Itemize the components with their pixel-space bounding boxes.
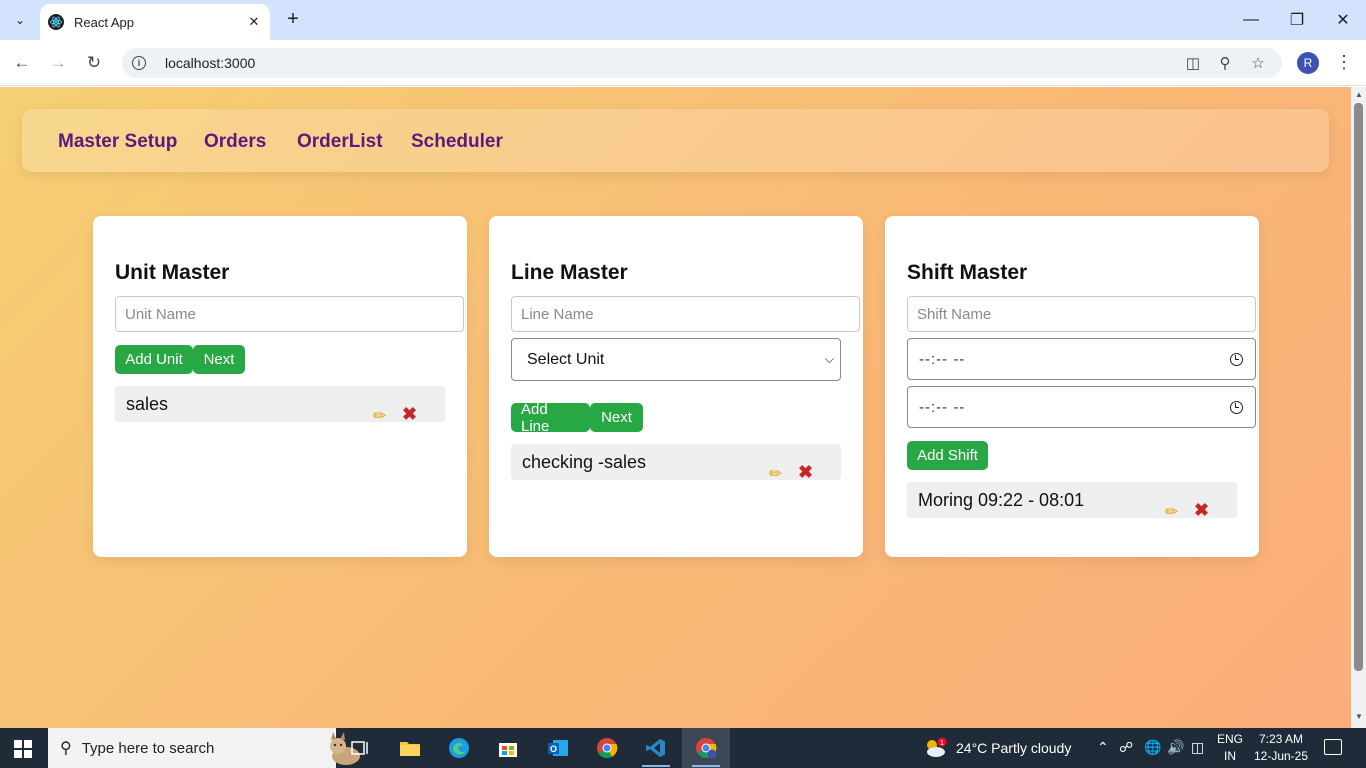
language-indicator[interactable]: ENG IN: [1216, 731, 1244, 765]
end-time-value: --:-- --: [919, 398, 966, 416]
weather-cloud-icon: 1: [927, 737, 947, 757]
chevron-down-icon: ⌵: [824, 352, 834, 366]
clock-time: 7:23 AM: [1258, 732, 1304, 746]
tab-search-dropdown-icon[interactable]: ⌄: [8, 8, 32, 32]
nav-scheduler[interactable]: Scheduler: [411, 131, 503, 153]
vscode-icon[interactable]: [632, 728, 680, 768]
edit-pencil-icon[interactable]: ✏: [373, 406, 386, 426]
windows-start-icon[interactable]: [14, 740, 32, 758]
line-name-input[interactable]: Line Name: [511, 296, 860, 332]
weather-text: 24°C Partly cloudy: [956, 740, 1072, 756]
nav-master-setup[interactable]: Master Setup: [58, 131, 177, 153]
nav-orders[interactable]: Orders: [204, 131, 266, 153]
add-shift-button[interactable]: Add Shift: [907, 441, 988, 470]
browser-titlebar: ⌄ React App ✕ + — ❐ ✕: [0, 0, 1366, 40]
notification-center-icon[interactable]: [1324, 739, 1342, 755]
delete-x-icon[interactable]: ✖: [798, 462, 813, 483]
select-unit-dropdown[interactable]: Select Unit ⌵: [511, 338, 841, 381]
address-bar[interactable]: i localhost:3000 ◫ ⚲ ☆: [122, 48, 1282, 78]
unit-next-button[interactable]: Next: [193, 345, 245, 374]
file-explorer-icon[interactable]: [386, 728, 434, 768]
shift-list-item: Moring 09:22 - 08:01 ✏ ✖: [907, 482, 1237, 521]
scroll-up-icon[interactable]: ▲: [1355, 90, 1363, 99]
forward-icon[interactable]: →: [46, 51, 70, 75]
tab-close-icon[interactable]: ✕: [246, 14, 262, 30]
zoom-icon[interactable]: ⚲: [1215, 53, 1235, 73]
taskbar-search-box[interactable]: ⚲ Type here to search: [48, 728, 360, 768]
scroll-down-icon[interactable]: ▼: [1355, 712, 1363, 721]
url-text: localhost:3000: [165, 55, 256, 71]
back-icon[interactable]: ←: [10, 51, 34, 75]
edit-pencil-icon[interactable]: ✏: [1165, 502, 1178, 522]
edit-pencil-icon[interactable]: ✏: [769, 464, 782, 484]
add-line-button[interactable]: Add Line: [511, 401, 590, 435]
new-tab-icon[interactable]: +: [282, 9, 304, 31]
show-hidden-icons-chevron-icon[interactable]: ⌃: [1097, 739, 1109, 756]
search-icon: ⚲: [60, 740, 72, 757]
microsoft-store-icon[interactable]: [484, 728, 532, 768]
weather-widget[interactable]: 1 24°C Partly cloudy: [924, 728, 1071, 768]
line-list-item: checking -sales ✏ ✖: [511, 444, 841, 483]
line-item-text: checking -sales: [522, 452, 647, 472]
unit-master-card: Unit Master Unit Name Add Unit Next sale…: [93, 216, 467, 557]
line-master-card: Line Master Line Name Select Unit ⌵ Add …: [489, 216, 863, 557]
volume-icon[interactable]: 🔊: [1167, 739, 1184, 756]
delete-x-icon[interactable]: ✖: [1194, 500, 1209, 521]
tab-title: React App: [74, 14, 134, 30]
shift-master-title: Shift Master: [907, 261, 1028, 284]
outlook-icon[interactable]: O: [534, 728, 582, 768]
edge-browser-icon[interactable]: [435, 728, 483, 768]
chrome-icon[interactable]: [583, 728, 631, 768]
page-scrollbar[interactable]: ▲ ▼: [1351, 87, 1366, 728]
scroll-thumb[interactable]: [1354, 103, 1363, 671]
react-favicon-icon: [48, 14, 64, 30]
globe-network-icon[interactable]: 🌐: [1144, 739, 1161, 756]
vscode-running-indicator: [642, 765, 670, 767]
restore-icon[interactable]: ❐: [1274, 0, 1320, 40]
bookmark-star-icon[interactable]: ☆: [1248, 53, 1268, 73]
minimize-icon[interactable]: —: [1228, 0, 1274, 40]
profile-avatar[interactable]: R: [1297, 52, 1319, 74]
battery-icon[interactable]: ◫: [1191, 739, 1204, 756]
chrome-running-indicator: [692, 765, 720, 767]
unit-item-text: sales: [126, 394, 169, 414]
unit-list-item: sales ✏ ✖: [115, 386, 445, 425]
delete-x-icon[interactable]: ✖: [402, 404, 417, 425]
line-master-title: Line Master: [511, 261, 628, 284]
browser-tab[interactable]: React App ✕: [40, 4, 270, 40]
svg-text:O: O: [550, 744, 557, 754]
nav-orderlist[interactable]: OrderList: [297, 131, 383, 153]
task-view-icon[interactable]: [336, 728, 384, 768]
page-viewport: Master Setup Orders OrderList Scheduler …: [0, 87, 1351, 728]
reload-icon[interactable]: ↻: [82, 51, 106, 75]
shift-end-time-input[interactable]: --:-- --: [907, 386, 1256, 428]
shift-start-time-input[interactable]: --:-- --: [907, 338, 1256, 380]
clock-icon[interactable]: [1230, 400, 1243, 414]
select-unit-value: Select Unit: [527, 350, 605, 368]
taskbar-clock[interactable]: 7:23 AM 12-Jun-25: [1252, 731, 1310, 765]
line-next-button[interactable]: Next: [590, 403, 643, 432]
shift-master-card: Shift Master Shift Name --:-- -- --:-- -…: [885, 216, 1259, 557]
window-close-icon[interactable]: ✕: [1320, 0, 1366, 40]
start-time-value: --:-- --: [919, 350, 966, 368]
shift-name-input[interactable]: Shift Name: [907, 296, 1256, 332]
taskbar-search-text: Type here to search: [81, 739, 215, 757]
region-code: IN: [1224, 749, 1236, 763]
windows-taskbar: ⚲ Type here to search O 1 24°C Partly cl…: [0, 728, 1366, 768]
install-app-icon[interactable]: ◫: [1183, 53, 1203, 73]
shift-item-text: Moring 09:22 - 08:01: [918, 490, 1085, 510]
chrome-profile-active-icon[interactable]: [682, 728, 730, 768]
clock-date: 12-Jun-25: [1253, 749, 1309, 763]
browser-menu-icon[interactable]: ⋮: [1334, 51, 1354, 75]
network-plug-icon[interactable]: ☍: [1119, 739, 1133, 756]
unit-master-title: Unit Master: [115, 261, 230, 284]
browser-toolbar: ← → ↻ i localhost:3000 ◫ ⚲ ☆ R ⋮: [0, 40, 1366, 86]
language-code: ENG: [1216, 732, 1243, 746]
unit-name-input[interactable]: Unit Name: [115, 296, 464, 332]
clock-icon[interactable]: [1230, 352, 1243, 366]
top-navbar: Master Setup Orders OrderList Scheduler: [22, 109, 1329, 172]
weather-badge: 1: [940, 740, 944, 747]
add-unit-button[interactable]: Add Unit: [115, 345, 193, 374]
site-info-icon[interactable]: i: [132, 56, 146, 70]
